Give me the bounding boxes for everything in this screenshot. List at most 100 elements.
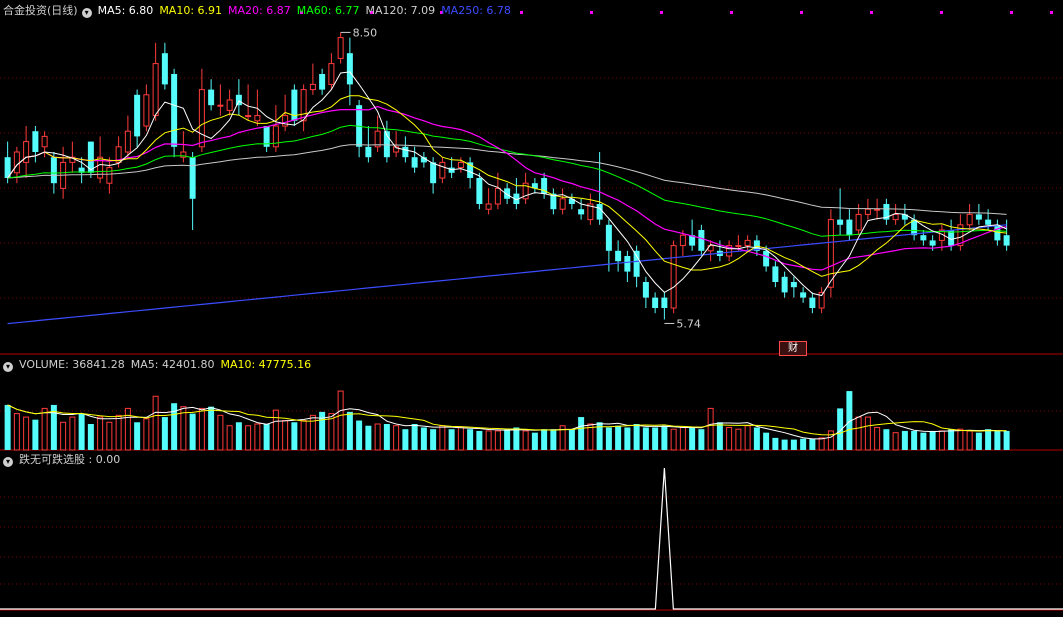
volume-bar [920, 432, 927, 450]
candle-body [41, 135, 48, 148]
candle-body [291, 89, 298, 121]
candle-body [846, 219, 853, 236]
volume-bar [670, 428, 677, 451]
volume-bar [874, 426, 881, 451]
candle-body [744, 239, 751, 247]
volume-bar [809, 438, 816, 450]
volume-bar [818, 437, 825, 451]
volume-bar [337, 390, 344, 451]
candle-body [171, 74, 178, 147]
header-marker-dot [1010, 11, 1013, 14]
volume-bar [772, 437, 779, 450]
candle-body [439, 161, 446, 179]
volume-bar [689, 427, 696, 450]
header-marker-dot [520, 11, 523, 14]
volume-bar [716, 422, 723, 450]
ma120-legend: MA120: 7.09 [365, 4, 436, 17]
candle-body [790, 282, 797, 288]
volume-bar [467, 429, 474, 450]
volume-bar [134, 422, 141, 450]
candle-body [874, 208, 881, 211]
volume-bar [263, 424, 270, 450]
candle-body [226, 99, 233, 111]
volume-bar [189, 413, 196, 450]
volume-bar [707, 407, 714, 451]
ma20-legend: MA20: 6.87 [228, 4, 291, 17]
volume-bar [171, 403, 178, 450]
volume-bar [208, 406, 215, 450]
volume-bar [106, 421, 113, 451]
candle-body [624, 256, 631, 272]
kline-chart-stage[interactable]: 8.50 5.74 [0, 0, 1063, 614]
candle-body [809, 297, 816, 308]
candle-body [402, 146, 409, 158]
candle-body [670, 245, 677, 309]
volume-bar [892, 432, 899, 451]
volume-bar [13, 413, 20, 451]
candle-body [892, 213, 899, 221]
chevron-down-icon[interactable]: ▾ [3, 362, 13, 372]
volume-bar [69, 416, 76, 451]
candle-body [189, 157, 196, 199]
volume-bar [476, 430, 483, 450]
candle-body [781, 276, 788, 293]
volume-bar [282, 420, 289, 451]
volume-bar [966, 430, 973, 451]
candle-body [198, 89, 205, 148]
candle-body [254, 115, 261, 122]
candle-body [985, 219, 992, 225]
candle-body [605, 224, 612, 251]
volume-bar [652, 427, 659, 450]
candle-body [763, 250, 770, 267]
volume-legend: VOLUME: 36841.28 [19, 358, 125, 371]
volume-bar [911, 430, 918, 450]
candle-body [337, 37, 344, 59]
candle-body [134, 94, 141, 137]
volume-bar [291, 422, 298, 450]
volume-bar [929, 430, 936, 450]
volume-bar [300, 420, 307, 451]
candle-body [855, 213, 862, 231]
candle-body [319, 74, 326, 90]
candle-body [698, 230, 705, 251]
finance-event-tag[interactable]: 财 [779, 341, 807, 356]
candle-body [485, 203, 492, 210]
volume-bar [985, 429, 992, 450]
volume-bar [901, 430, 908, 450]
candle-body [864, 208, 871, 215]
kline-chart-svg[interactable]: 8.50 5.74 [0, 0, 1063, 614]
volume-bar [41, 407, 48, 451]
candle-body [430, 162, 437, 184]
candle-body [559, 198, 566, 210]
volume-bar [124, 407, 131, 451]
volume-bar [430, 429, 437, 450]
candle-body [800, 292, 807, 298]
candle-body [966, 213, 973, 226]
candle-body [596, 204, 603, 220]
low-price-label: 5.74 [676, 317, 701, 330]
volume-bar [485, 430, 492, 451]
volume-bar [624, 427, 631, 450]
candle-body [50, 157, 57, 184]
volume-bar [402, 429, 409, 450]
candle-body [143, 94, 150, 127]
volume-bar [864, 416, 871, 451]
candle-body [328, 63, 335, 85]
volume-bar [254, 423, 261, 451]
volume-bar [245, 425, 252, 451]
high-price-label: 8.50 [353, 26, 378, 39]
chevron-down-icon[interactable]: ▾ [3, 457, 13, 467]
volume-bar [198, 407, 205, 451]
candle-body [235, 94, 242, 106]
volume-bar [790, 439, 797, 450]
volume-bar [661, 425, 668, 450]
ma60-legend: MA60: 6.77 [296, 4, 360, 17]
main-chart-header: 合金投资(日线) ▾ MA5: 6.80 MA10: 6.91 MA20: 6.87 MA… [3, 4, 517, 18]
volume-bar [1003, 430, 1010, 450]
volume-bar [975, 432, 982, 450]
volume-bar [763, 432, 770, 450]
volume-bar [393, 425, 400, 451]
chevron-down-icon[interactable]: ▾ [81, 8, 92, 18]
volume-bar [78, 413, 85, 450]
volume-bar [152, 395, 159, 451]
